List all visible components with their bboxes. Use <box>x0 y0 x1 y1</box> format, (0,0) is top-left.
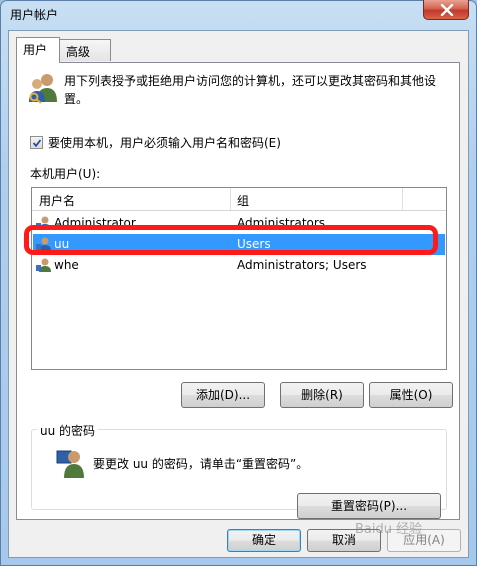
login-required-label[interactable]: 要使用本机，用户必须输入用户名和密码(E) <box>48 134 281 151</box>
window-title: 用户帐户 <box>10 8 59 22</box>
add-user-button[interactable]: 添加(D)... <box>181 382 265 408</box>
ok-button[interactable]: 确定 <box>227 529 301 552</box>
reset-password-button[interactable]: 重置密码(P)... <box>297 493 441 519</box>
close-icon <box>440 4 454 16</box>
column-header-group[interactable]: 组 <box>237 192 249 209</box>
local-users-label: 本机用户(U): <box>30 167 101 181</box>
password-group-title: uu 的密码 <box>37 422 99 439</box>
column-header-username[interactable]: 用户名 <box>39 192 75 209</box>
password-instruction-text: 要更改 uu 的密码，请单击“重置密码”。 <box>93 457 309 471</box>
users-list-header: 用户名 组 <box>32 188 446 211</box>
column-separator[interactable] <box>230 188 231 210</box>
user-icon <box>36 258 51 272</box>
user-accounts-window: 用户帐户 用户 高级 用下列表授予或拒绝用户访问您的计算机，还可以更改其密码和其… <box>0 0 477 566</box>
user-name: whe <box>54 258 79 272</box>
tab-advanced[interactable]: 高级 <box>59 39 111 61</box>
users-list[interactable]: 用户名 组 Administrator Administrators uu Us… <box>24 187 447 370</box>
users-tab-panel: 用下列表授予或拒绝用户访问您的计算机，还可以更改其密码和其他设置。 要使用本机，… <box>16 62 460 520</box>
users-keys-icon <box>29 74 57 104</box>
remove-user-button[interactable]: 删除(R) <box>280 382 364 408</box>
dialog-client-area: 用户 高级 用下列表授予或拒绝用户访问您的计算机，还可以更改其密码和其他设置。 … <box>8 30 469 558</box>
login-required-checkbox[interactable] <box>30 136 43 149</box>
intro-text: 用下列表授予或拒绝用户访问您的计算机，还可以更改其密码和其他设置。 <box>64 74 437 106</box>
red-annotation-box <box>24 225 438 255</box>
checkmark-icon <box>32 139 42 148</box>
user-row-whe[interactable]: whe Administrators; Users <box>33 255 445 276</box>
tab-users[interactable]: 用户 <box>16 37 60 63</box>
watermark: Baidu 经验 <box>355 522 423 537</box>
user-properties-button[interactable]: 属性(O) <box>369 382 453 408</box>
user-group: Administrators; Users <box>237 258 367 272</box>
title-bar[interactable]: 用户帐户 <box>0 0 477 30</box>
close-button[interactable] <box>423 0 469 20</box>
user-key-icon <box>56 450 84 478</box>
column-separator[interactable] <box>402 188 403 210</box>
